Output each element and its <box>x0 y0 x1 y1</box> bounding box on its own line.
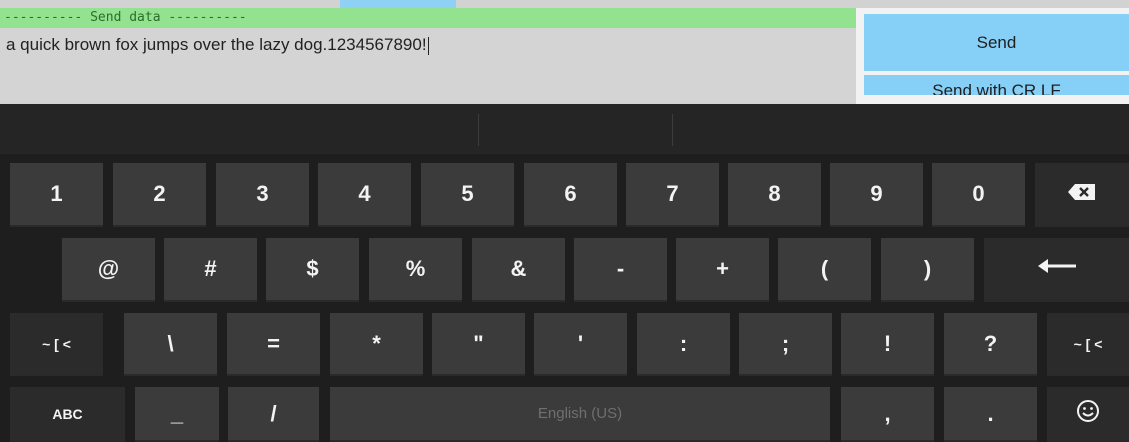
suggestion-strip <box>0 104 1129 154</box>
key-7[interactable]: 7 <box>626 163 719 227</box>
send-crlf-button[interactable]: Send with CR LF <box>864 75 1129 95</box>
key-open-paren[interactable]: ( <box>778 238 871 302</box>
enter-key[interactable] <box>984 238 1129 302</box>
key-2[interactable]: 2 <box>113 163 206 227</box>
send-data-text: a quick brown fox jumps over the lazy do… <box>6 35 427 54</box>
key-4[interactable]: 4 <box>318 163 411 227</box>
key-comma[interactable]: , <box>841 387 934 442</box>
key-minus[interactable]: - <box>574 238 667 302</box>
key-hash[interactable]: # <box>164 238 257 302</box>
suggestion-divider <box>672 114 673 146</box>
send-data-header: ---------- Send data ---------- <box>0 8 856 28</box>
key-9[interactable]: 9 <box>830 163 923 227</box>
more-symbols-key-right[interactable]: ~ [ < <box>1047 313 1129 376</box>
suggestion-divider <box>478 114 479 146</box>
send-button[interactable]: Send <box>864 14 1129 71</box>
send-data-panel: ---------- Send data ---------- a quick … <box>0 8 856 103</box>
top-tab-strip <box>340 0 456 8</box>
key-backslash[interactable]: \ <box>124 313 217 376</box>
smiley-icon <box>1076 399 1100 429</box>
backspace-icon <box>1067 181 1097 207</box>
text-cursor <box>427 36 429 55</box>
key-5[interactable]: 5 <box>421 163 514 227</box>
key-percent[interactable]: % <box>369 238 462 302</box>
key-question[interactable]: ? <box>944 313 1037 376</box>
key-ampersand[interactable]: & <box>472 238 565 302</box>
key-plus[interactable]: + <box>676 238 769 302</box>
key-0[interactable]: 0 <box>932 163 1025 227</box>
key-dollar[interactable]: $ <box>266 238 359 302</box>
key-underscore[interactable]: _ <box>135 387 219 442</box>
key-6[interactable]: 6 <box>524 163 617 227</box>
key-3[interactable]: 3 <box>216 163 309 227</box>
key-exclamation[interactable]: ! <box>841 313 934 376</box>
key-at[interactable]: @ <box>62 238 155 302</box>
send-data-input[interactable]: a quick brown fox jumps over the lazy do… <box>6 35 429 55</box>
space-key[interactable]: English (US) <box>330 387 830 442</box>
emoji-key[interactable] <box>1047 387 1129 442</box>
key-8[interactable]: 8 <box>728 163 821 227</box>
key-close-paren[interactable]: ) <box>881 238 974 302</box>
key-semicolon[interactable]: ; <box>739 313 832 376</box>
key-single-quote[interactable]: ' <box>534 313 627 376</box>
backspace-key[interactable] <box>1035 163 1129 227</box>
more-symbols-key-left[interactable]: ~ [ < <box>10 313 103 376</box>
enter-arrow-icon <box>1036 256 1078 282</box>
key-slash[interactable]: / <box>228 387 319 442</box>
key-double-quote[interactable]: " <box>432 313 525 376</box>
key-asterisk[interactable]: * <box>330 313 423 376</box>
key-1[interactable]: 1 <box>10 163 103 227</box>
abc-key[interactable]: ABC <box>10 387 125 442</box>
key-equals[interactable]: = <box>227 313 320 376</box>
key-period[interactable]: . <box>944 387 1037 442</box>
key-colon[interactable]: : <box>637 313 730 376</box>
